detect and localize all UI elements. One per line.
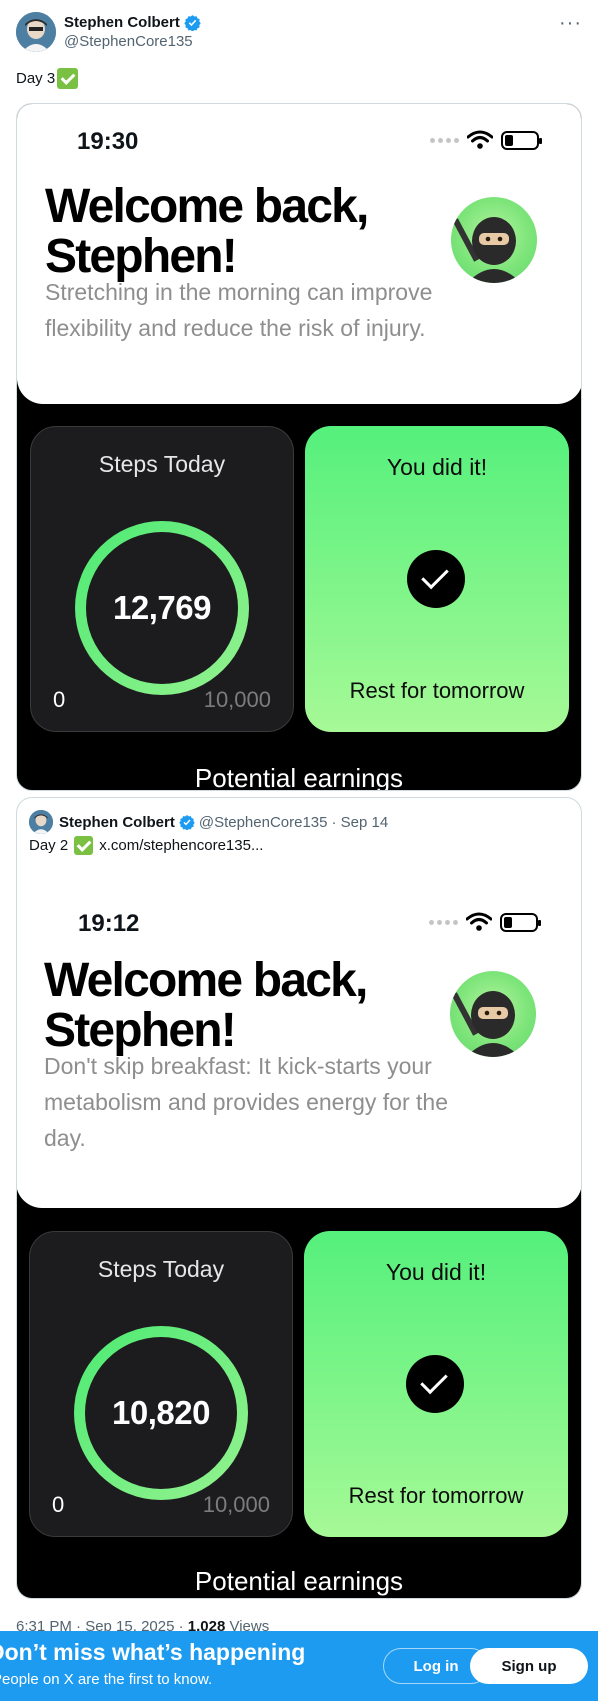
ninja-avatar-icon (451, 197, 537, 283)
quoted-tweet-link[interactable]: x.com/stephencore135... (99, 837, 263, 854)
goal-complete-subtitle: Rest for tomorrow (349, 678, 525, 703)
banner-subtitle: People on X are the first to know. (0, 1671, 213, 1688)
quoted-tweet-text: Day 2 x.com/stephencore135... (29, 836, 263, 855)
author-handle[interactable]: @StephenCore135 (64, 33, 193, 50)
quoted-app-header-panel: 19:12 Welcome back, Stephen! Don't skip … (17, 876, 581, 1208)
quoted-battery-icon (500, 912, 541, 932)
verified-badge-icon (184, 15, 201, 31)
steps-title: Steps Today (98, 451, 226, 477)
author-name[interactable]: Stephen Colbert (64, 14, 201, 31)
signal-dots-icon (430, 137, 459, 143)
author-avatar[interactable] (16, 12, 56, 52)
quoted-verified-badge-icon (179, 815, 195, 830)
quoted-tweet[interactable]: Stephen Colbert @StephenCore135 · Sep 14… (16, 797, 582, 1599)
author-name-text[interactable]: Stephen Colbert (64, 14, 180, 31)
quoted-author-handle: @StephenCore135 (198, 813, 328, 831)
tweet-text: Day 3 (16, 68, 79, 89)
quoted-author-avatar[interactable] (29, 810, 53, 834)
quoted-goal-complete-subtitle: Rest for tomorrow (348, 1483, 524, 1508)
quoted-wifi-icon (466, 912, 492, 931)
steps-goal-label: 10,000 (203, 687, 271, 712)
quoted-tweet-media-image[interactable]: 19:12 Welcome back, Stephen! Don't skip … (17, 876, 581, 1598)
status-bar-icons (430, 130, 542, 150)
signup-button[interactable]: Sign up (470, 1648, 588, 1684)
quoted-author-name: Stephen Colbert (59, 813, 175, 831)
quoted-steps-today-card: Steps Today 10,820 0 10,000 (29, 1231, 293, 1537)
quoted-status-bar-icons (429, 912, 541, 932)
quoted-potential-earnings-label: Potential earnings (194, 1566, 404, 1596)
quoted-welcome-heading: Welcome back, Stephen! (44, 954, 368, 1057)
quoted-check-mark-emoji-icon (74, 836, 94, 855)
tweet-text-content: Day 3 (16, 70, 56, 87)
quoted-avatar-image (29, 810, 53, 834)
steps-today-card: Steps Today 12,769 0 10,000 (30, 426, 294, 732)
status-bar-time: 19:30 (77, 128, 139, 155)
welcome-heading: Welcome back, Stephen! (45, 180, 369, 283)
quoted-tweet-date: · Sep 14 (331, 813, 389, 831)
app-header-panel: 19:30 Welcome back, Stephen! Stretching … (17, 104, 581, 404)
avatar-image (16, 12, 56, 52)
wifi-icon (467, 130, 493, 149)
check-mark-emoji-icon (57, 68, 79, 89)
goal-complete-card: You did it! Rest for tomorrow (305, 426, 569, 732)
more-options-icon[interactable]: ··· (559, 13, 582, 33)
banner-title: Don’t miss what’s happening (0, 1639, 306, 1665)
quoted-tweet-text-content: Day 2 (29, 837, 69, 854)
daily-tip-text: Stretching in the morning can improve fl… (45, 279, 433, 341)
quoted-checkmark-circle-icon (406, 1355, 464, 1413)
quoted-steps-count: 10,820 (85, 1337, 237, 1489)
quoted-steps-title: Steps Today (97, 1256, 225, 1282)
checkmark-circle-icon (407, 550, 465, 608)
quoted-goal-complete-card: You did it! Rest for tomorrow (304, 1231, 568, 1537)
goal-complete-title: You did it! (386, 454, 488, 480)
tweet-media-image[interactable]: 19:30 Welcome back, Stephen! Stretching … (16, 103, 582, 791)
quoted-steps-min-label: 0 (52, 1492, 65, 1517)
quoted-goal-complete-title: You did it! (385, 1259, 487, 1285)
quoted-ninja-avatar-icon (450, 971, 536, 1057)
steps-progress-ring: 12,769 (75, 521, 249, 695)
steps-count: 12,769 (86, 532, 238, 684)
tweet-header: Stephen Colbert @StephenCore135 ··· (16, 12, 582, 54)
quoted-steps-progress-ring: 10,820 (74, 1326, 248, 1500)
signup-banner: Don’t miss what’s happening People on X … (0, 1631, 598, 1701)
quoted-status-bar-time: 19:12 (78, 910, 140, 937)
quoted-signal-dots-icon (429, 919, 458, 925)
quoted-daily-tip-text: Don't skip breakfast: It kick-starts you… (44, 1053, 448, 1151)
quoted-tweet-header: Stephen Colbert @StephenCore135 · Sep 14 (29, 810, 388, 834)
battery-icon (501, 130, 542, 150)
steps-min-label: 0 (53, 687, 66, 712)
potential-earnings-label: Potential earnings (194, 763, 404, 791)
quoted-steps-goal-label: 10,000 (202, 1492, 270, 1517)
